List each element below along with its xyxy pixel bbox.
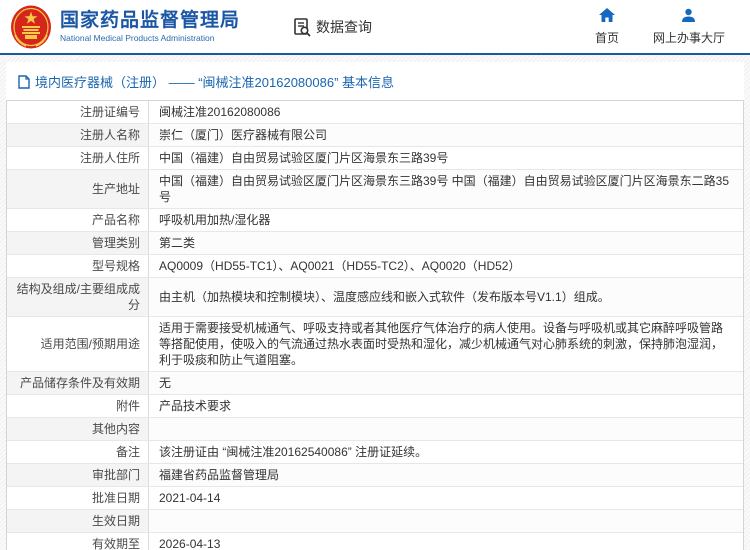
top-nav: 首页 网上办事大厅 [595, 8, 725, 46]
row-value: 福建省药品监督管理局 [149, 464, 743, 486]
breadcrumb: 境内医疗器械（注册） —— “闽械注准20162080086” 基本信息 [6, 62, 744, 100]
nav-data-query[interactable]: 数据查询 [292, 17, 372, 37]
table-row: 审批部门福建省药品监督管理局 [7, 464, 743, 487]
row-value [149, 510, 743, 532]
nav-home[interactable]: 首页 [595, 8, 619, 46]
table-row: 有效期至2026-04-13 [7, 533, 743, 550]
row-value: 该注册证由 “闽械注准20162540086” 注册证延续。 [149, 441, 743, 463]
row-label: 产品储存条件及有效期 [7, 372, 149, 394]
table-row: 适用范围/预期用途适用于需要接受机械通气、呼吸支持或者其他医疗气体治疗的病人使用… [7, 317, 743, 372]
page-title: 境内医疗器械（注册） —— “闽械注准20162080086” 基本信息 [35, 72, 394, 91]
header-divider [0, 53, 750, 55]
table-row: 生产地址中国（福建）自由贸易试验区厦门片区海景东三路39号 中国（福建）自由贸易… [7, 170, 743, 209]
table-row: 批准日期2021-04-14 [7, 487, 743, 510]
main-content: 境内医疗器械（注册） —— “闽械注准20162080086” 基本信息 注册证… [6, 62, 744, 550]
row-label: 备注 [7, 441, 149, 463]
data-query-label: 数据查询 [316, 17, 372, 37]
row-label: 附件 [7, 395, 149, 417]
row-label: 注册证编号 [7, 101, 149, 123]
info-table: 注册证编号闽械注准20162080086注册人名称崇仁（厦门）医疗器械有限公司注… [6, 100, 744, 550]
row-label: 生产地址 [7, 170, 149, 208]
table-row: 型号规格AQ0009（HD55-TC1）、AQ0021（HD55-TC2）、AQ… [7, 255, 743, 278]
row-value: 中国（福建）自由贸易试验区厦门片区海景东三路39号 中国（福建）自由贸易试验区厦… [149, 170, 743, 208]
row-value: 产品技术要求 [149, 395, 743, 417]
table-row: 其他内容 [7, 418, 743, 441]
table-row: 备注该注册证由 “闽械注准20162540086” 注册证延续。 [7, 441, 743, 464]
row-label: 注册人住所 [7, 147, 149, 169]
table-row: 产品储存条件及有效期无 [7, 372, 743, 395]
row-value [149, 418, 743, 440]
row-label: 注册人名称 [7, 124, 149, 146]
data-query-icon [292, 17, 312, 37]
nav-service-hall[interactable]: 网上办事大厅 [653, 8, 725, 46]
home-icon [599, 8, 615, 24]
row-value: 中国（福建）自由贸易试验区厦门片区海景东三路39号 [149, 147, 743, 169]
row-label: 审批部门 [7, 464, 149, 486]
row-value: 第二类 [149, 232, 743, 254]
row-value: 2021-04-14 [149, 487, 743, 509]
row-label: 结构及组成/主要组成成分 [7, 278, 149, 316]
row-label: 产品名称 [7, 209, 149, 231]
national-emblem-icon [10, 5, 52, 49]
row-value: 无 [149, 372, 743, 394]
row-label: 有效期至 [7, 533, 149, 550]
row-label: 生效日期 [7, 510, 149, 532]
document-icon [18, 75, 30, 89]
site-logo[interactable]: 国家药品监督管理局 National Medical Products Admi… [10, 5, 240, 49]
nav-home-label: 首页 [595, 29, 619, 46]
row-value: 2026-04-13 [149, 533, 743, 550]
row-label: 批准日期 [7, 487, 149, 509]
table-row: 产品名称呼吸机用加热/湿化器 [7, 209, 743, 232]
row-value: 崇仁（厦门）医疗器械有限公司 [149, 124, 743, 146]
table-row: 生效日期 [7, 510, 743, 533]
table-row: 结构及组成/主要组成成分由主机（加热模块和控制模块）、温度感应线和嵌入式软件（发… [7, 278, 743, 317]
row-label: 其他内容 [7, 418, 149, 440]
table-row: 附件产品技术要求 [7, 395, 743, 418]
row-value: 呼吸机用加热/湿化器 [149, 209, 743, 231]
row-value: 由主机（加热模块和控制模块）、温度感应线和嵌入式软件（发布版本号V1.1）组成。 [149, 278, 743, 316]
table-row: 注册人名称崇仁（厦门）医疗器械有限公司 [7, 124, 743, 147]
table-row: 注册人住所中国（福建）自由贸易试验区厦门片区海景东三路39号 [7, 147, 743, 170]
row-label: 管理类别 [7, 232, 149, 254]
row-value: 适用于需要接受机械通气、呼吸支持或者其他医疗气体治疗的病人使用。设备与呼吸机或其… [149, 317, 743, 371]
site-header: 国家药品监督管理局 National Medical Products Admi… [0, 0, 750, 53]
nav-service-hall-label: 网上办事大厅 [653, 29, 725, 46]
user-icon [681, 8, 696, 24]
row-value: 闽械注准20162080086 [149, 101, 743, 123]
org-subtitle: National Medical Products Administration [60, 34, 240, 44]
row-value: AQ0009（HD55-TC1）、AQ0021（HD55-TC2）、AQ0020… [149, 255, 743, 277]
row-label: 适用范围/预期用途 [7, 317, 149, 371]
org-title: 国家药品监督管理局 [60, 10, 240, 32]
row-label: 型号规格 [7, 255, 149, 277]
table-row: 管理类别第二类 [7, 232, 743, 255]
table-row: 注册证编号闽械注准20162080086 [7, 101, 743, 124]
